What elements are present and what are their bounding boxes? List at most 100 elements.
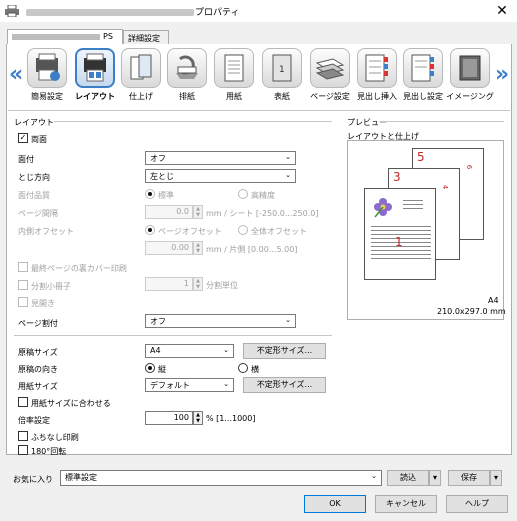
duplex-label: 両面 <box>31 135 47 144</box>
tab-insert-icon <box>357 48 397 88</box>
original-custom-size-button[interactable]: 不定形サイズ... <box>243 343 326 359</box>
zoom-input[interactable]: 100 <box>145 411 193 425</box>
quality-label: 面付品質 <box>18 191 50 200</box>
layout-section-line <box>54 121 332 122</box>
favorites-select[interactable]: 標準設定 ⌄ <box>60 470 382 486</box>
zoom-unit: % [1...1000] <box>206 414 256 423</box>
split-checkbox[interactable] <box>18 280 28 290</box>
tab-ps[interactable]: PS <box>7 29 123 45</box>
tab-advanced[interactable]: 詳細設定 <box>123 30 169 45</box>
offset-value-spinner[interactable]: ▲ ▼ <box>193 241 203 255</box>
page-gap-unit: mm / シート [-250.0...250.0] <box>206 209 319 218</box>
binding-dir-label: とじ方向 <box>18 173 50 182</box>
preview-section-line <box>380 121 504 122</box>
page-offset-label: ページオフセット <box>158 227 222 236</box>
toolbar-page-setting[interactable]: ページ設定 <box>306 48 354 106</box>
original-size-select[interactable]: A4 ⌄ <box>145 344 234 358</box>
close-button[interactable]: ✕ <box>492 2 512 20</box>
favorites-load-dropdown-icon[interactable]: ▾ <box>429 470 441 486</box>
favorites-label: お気に入り <box>13 475 53 484</box>
landscape-radio[interactable] <box>238 363 248 373</box>
page-number: 3 <box>393 170 401 184</box>
output-icon <box>167 48 207 88</box>
window-title: プロパティ <box>26 5 239 18</box>
scroll-left-icon[interactable]: « <box>9 62 23 87</box>
last-page-label: 最終ページの裏カバー印刷 <box>31 264 127 273</box>
layout-icon <box>75 48 115 88</box>
zoom-spinner[interactable]: ▲ ▼ <box>193 411 203 425</box>
ok-button[interactable]: OK <box>304 495 366 513</box>
paper-icon <box>214 48 254 88</box>
whole-offset-radio[interactable] <box>238 225 248 235</box>
page-layout-label: ページ割付 <box>18 319 58 328</box>
help-button[interactable]: ヘルプ <box>446 495 508 513</box>
offset-value-unit: mm / 片側 [0.00...5.00] <box>206 245 298 254</box>
flower-icon <box>371 195 395 221</box>
original-size-label: 原稿サイズ <box>18 348 58 357</box>
cancel-button[interactable]: キャンセル <box>375 495 437 513</box>
favorites-save-button[interactable]: 保存 <box>448 470 490 486</box>
page-layout-select[interactable]: オフ ⌄ <box>145 314 296 328</box>
paper-size-label: 用紙サイズ <box>18 382 58 391</box>
quality-standard-label: 標準 <box>158 191 174 200</box>
split-spinner[interactable]: ▲ ▼ <box>193 277 203 291</box>
toolbar-quick-setting[interactable]: 簡易設定 <box>23 48 71 106</box>
preview-paper-size: A4 <box>488 296 499 305</box>
toolbar-layout[interactable]: レイアウト <box>71 48 119 106</box>
page-gap-spinner[interactable]: ▲ ▼ <box>193 205 203 219</box>
quick-setting-icon <box>27 48 67 88</box>
rotate-label: 180°回転 <box>31 447 67 456</box>
duplex-checkbox[interactable]: ✓ <box>18 133 28 143</box>
binding-select[interactable]: オフ ⌄ <box>145 151 296 165</box>
portrait-label: 縦 <box>158 365 166 374</box>
fit-paper-label: 用紙サイズに合わせる <box>31 399 111 408</box>
toolbar-paper[interactable]: 用紙 <box>210 48 258 106</box>
page-gap-input[interactable]: 0.0 <box>145 205 193 219</box>
page-offset-radio[interactable] <box>145 225 155 235</box>
rotate-checkbox[interactable] <box>18 445 28 455</box>
offset-value-input[interactable]: 0.00 <box>145 241 193 255</box>
orientation-label: 原稿の向き <box>18 365 58 374</box>
toolbar-cover[interactable]: 1 表紙 <box>258 48 306 106</box>
preview-dimensions: 210.0x297.0 mm <box>437 307 506 316</box>
layout-section-title: レイアウト <box>14 118 54 127</box>
preview-page-front: 1 <box>364 188 436 280</box>
toolbar-tab-insert[interactable]: 見出し挿入 <box>353 48 401 106</box>
quality-high-radio[interactable] <box>238 189 248 199</box>
toolbar-output[interactable]: 排紙 <box>163 48 211 106</box>
toolbar-tab-setting[interactable]: 見出し設定 <box>399 48 447 106</box>
portrait-radio[interactable] <box>145 363 155 373</box>
inner-offset-label: 内側オフセット <box>18 227 74 236</box>
last-page-checkbox[interactable] <box>18 262 28 272</box>
paper-size-select[interactable]: デフォルト ⌄ <box>145 378 234 392</box>
toolbar-imaging[interactable]: イメージング <box>446 48 494 106</box>
borderless-checkbox[interactable] <box>18 431 28 441</box>
cover-icon: 1 <box>262 48 302 88</box>
quality-standard-radio[interactable] <box>145 189 155 199</box>
landscape-label: 横 <box>251 365 259 374</box>
page-setting-icon <box>310 48 350 88</box>
split-label: 分割小冊子 <box>31 282 71 291</box>
split-input[interactable]: 1 <box>145 277 193 291</box>
toolbar-label: イメージング <box>446 92 494 101</box>
spread-label: 見開き <box>31 299 55 308</box>
fit-paper-checkbox[interactable] <box>18 397 28 407</box>
page-number: 6 <box>465 164 474 170</box>
page-number: 1 <box>395 235 403 249</box>
split-unit: 分割単位 <box>206 281 238 290</box>
favorites-save-dropdown-icon[interactable]: ▾ <box>490 470 502 486</box>
printer-app-icon <box>5 4 19 18</box>
scroll-right-icon[interactable]: » <box>495 62 509 87</box>
paper-custom-size-button[interactable]: 不定形サイズ... <box>243 377 326 393</box>
binding-dir-select[interactable]: 左とじ ⌄ <box>145 169 296 183</box>
zoom-label: 倍率設定 <box>18 416 50 425</box>
toolbar-finishing[interactable]: 仕上げ <box>117 48 165 106</box>
favorites-load-button[interactable]: 読込 <box>387 470 429 486</box>
tab-setting-icon <box>403 48 443 88</box>
svg-text:1: 1 <box>279 65 285 75</box>
imaging-icon <box>450 48 490 88</box>
spread-checkbox[interactable] <box>18 297 28 307</box>
borderless-label: ふちなし印刷 <box>31 433 79 442</box>
layout-divider <box>14 335 332 336</box>
page-number: 4 <box>441 184 450 190</box>
